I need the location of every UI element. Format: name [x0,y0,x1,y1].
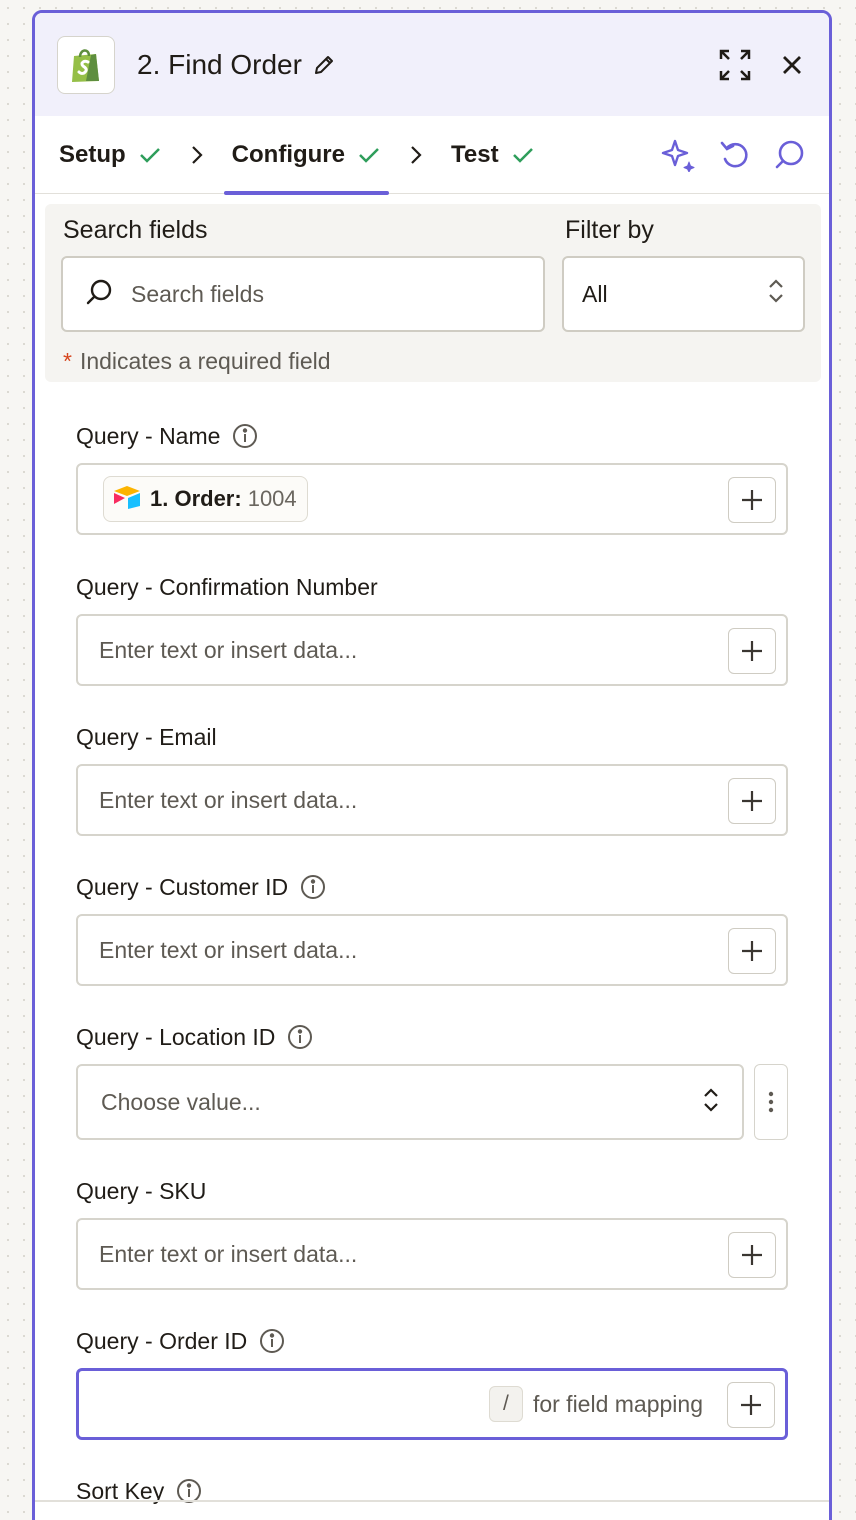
footer-divider [35,1500,829,1502]
pill-step: 1. Order: [150,486,242,511]
query-order-input[interactable]: / for field mapping [76,1368,788,1440]
input-placeholder: Enter text or insert data... [99,786,358,813]
shopify-icon [57,35,115,94]
search-icon [85,278,113,311]
tab-setup[interactable]: Setup [59,116,162,194]
required-note-text: Indicates a required field [79,348,331,374]
field-query-confirmation-number: Query - Confirmation Number Enter text o… [76,572,788,686]
query-sku-input[interactable]: Enter text or insert data... [76,1218,788,1290]
required-star: * [63,348,72,374]
field-query-sku: Query - SKU Enter text or insert data... [76,1176,788,1290]
field-label: Query - Customer ID [76,873,289,900]
field-mapping-hint: / for field mapping [488,1386,703,1422]
pencil-icon[interactable] [312,53,336,77]
search-placeholder: Search fields [131,280,264,307]
query-confirmation-input[interactable]: Enter text or insert data... [76,614,788,686]
plus-icon [742,490,762,510]
info-icon[interactable] [300,874,326,900]
select-placeholder: Choose value... [101,1088,261,1115]
field-label: Query - Confirmation Number [76,573,378,600]
check-icon [511,145,535,165]
close-icon[interactable] [781,54,803,81]
search-fields-label: Search fields [63,216,208,244]
check-icon [138,145,162,165]
plus-icon [742,941,762,961]
field-query-order-id: Query - Order ID / for field mapping [76,1326,788,1440]
required-note: * Indicates a required field [63,348,331,375]
sparkle-icon[interactable] [661,138,697,177]
field-sort-key: Sort Key [76,1476,788,1506]
step-tabs: Setup Configure Test [35,116,829,195]
insert-data-button[interactable] [728,477,776,523]
insert-data-button[interactable] [728,1232,776,1278]
search-fields-input[interactable]: Search fields [61,256,545,332]
filter-by-select[interactable]: All [562,256,805,332]
input-placeholder: Enter text or insert data... [99,936,358,963]
field-query-customer-id: Query - Customer ID Enter text or insert… [76,872,788,986]
slash-key: / [488,1386,523,1422]
panel-header: 2. Find Order [35,13,829,116]
field-query-name: Query - Name 1. Order: 1004 [76,421,788,535]
plus-icon [742,1245,762,1265]
insert-data-button[interactable] [728,778,776,824]
chevron-updown-icon [702,1086,720,1119]
filter-value: All [582,280,608,307]
airtable-icon [112,484,142,515]
insert-data-button[interactable] [728,928,776,974]
query-name-input[interactable]: 1. Order: 1004 [76,463,788,535]
query-email-input[interactable]: Enter text or insert data... [76,764,788,836]
check-icon [357,145,381,165]
chevron-updown-icon [767,277,785,311]
tab-label: Configure [231,140,345,168]
filter-by-label: Filter by [565,216,654,244]
tab-label: Test [451,140,499,168]
field-query-location-id: Query - Location ID Choose value... [76,1022,788,1140]
chevron-right-icon [409,144,423,166]
insert-data-button[interactable] [727,1382,775,1428]
mapped-data-pill[interactable]: 1. Order: 1004 [103,476,308,522]
tab-configure[interactable]: Configure [223,116,390,195]
comment-icon[interactable] [773,139,805,176]
field-filter-section: Search fields Filter by Search fields Al… [45,204,821,382]
step-title: 2. Find Order [137,48,302,80]
field-query-email: Query - Email Enter text or insert data.… [76,722,788,836]
plus-icon [742,791,762,811]
field-label: Query - Order ID [76,1327,248,1354]
more-options-button[interactable] [754,1064,788,1140]
field-label: Query - Location ID [76,1023,276,1050]
field-label: Query - Name [76,422,221,449]
tab-test[interactable]: Test [451,116,535,194]
query-location-select[interactable]: Choose value... [76,1064,744,1140]
input-placeholder: Enter text or insert data... [99,636,358,663]
expand-icon[interactable] [719,49,751,86]
insert-data-button[interactable] [728,628,776,674]
field-label: Query - SKU [76,1177,207,1204]
step-panel: 2. Find Order Setup Configure Test Searc… [32,10,832,1520]
query-customer-input[interactable]: Enter text or insert data... [76,914,788,986]
hint-text: for field mapping [532,1390,703,1417]
field-label: Query - Email [76,723,217,750]
undo-icon[interactable] [719,139,751,176]
kebab-icon [768,1091,774,1113]
info-icon[interactable] [232,423,258,449]
pill-value: 1004 [247,486,297,511]
info-icon[interactable] [259,1328,285,1354]
info-icon[interactable] [287,1024,313,1050]
plus-icon [742,641,762,661]
tab-label: Setup [59,140,126,168]
plus-icon [741,1395,761,1415]
input-placeholder: Enter text or insert data... [99,1240,358,1267]
chevron-right-icon [190,144,204,166]
